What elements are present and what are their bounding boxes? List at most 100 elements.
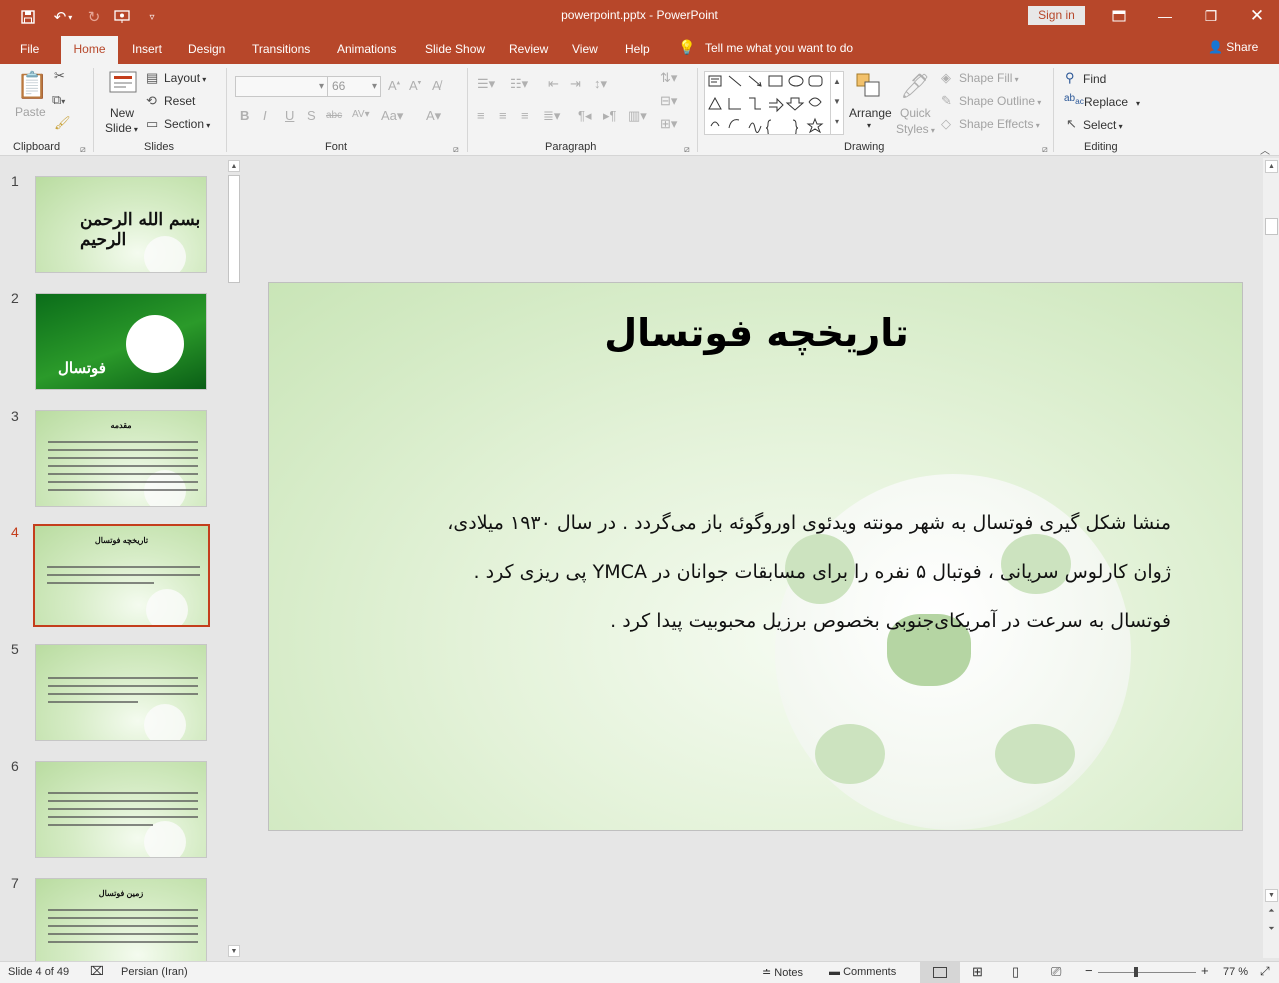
slide-thumbnail-6[interactable]: [35, 761, 207, 858]
tab-insert[interactable]: Insert: [132, 41, 162, 64]
increase-indent-icon[interactable]: ⇥: [570, 76, 581, 92]
numbering-icon[interactable]: ☷▾: [510, 76, 528, 92]
previous-slide-icon[interactable]: ⏶: [1265, 906, 1278, 919]
slide-body-text[interactable]: منشا شکل گیری فوتسال به شهر مونته ویدئوی…: [339, 499, 1171, 646]
new-slide-icon[interactable]: [106, 70, 138, 101]
reset-button[interactable]: Reset: [164, 94, 195, 108]
tab-view[interactable]: View: [572, 41, 598, 64]
slide-canvas[interactable]: تاریخچه فوتسال منشا شکل گیری فوتسال به ش…: [268, 282, 1243, 831]
character-spacing-icon[interactable]: AV▾: [352, 109, 370, 120]
italic-icon[interactable]: I: [263, 108, 267, 123]
layout-button[interactable]: Layout ▾: [164, 71, 206, 85]
align-text-icon[interactable]: ⊟▾: [660, 93, 677, 109]
restore-icon[interactable]: ❐: [1188, 0, 1234, 32]
zoom-slider-thumb[interactable]: [1134, 967, 1138, 977]
thumbnail-scrollbar[interactable]: ▲ ▼: [227, 159, 241, 961]
bold-icon[interactable]: B: [240, 108, 249, 123]
zoom-in-icon[interactable]: +: [1201, 963, 1209, 978]
scroll-up-icon[interactable]: ▲: [1265, 160, 1278, 173]
slide-sorter-icon[interactable]: ⊞: [972, 964, 983, 980]
collapse-ribbon-icon[interactable]: ︿: [1260, 142, 1270, 157]
tab-transitions[interactable]: Transitions: [252, 41, 310, 64]
replace-button[interactable]: Replace ▾: [1084, 95, 1140, 109]
tab-review[interactable]: Review: [509, 41, 548, 64]
align-right-icon[interactable]: ≡: [521, 108, 529, 123]
shapes-gallery[interactable]: ▲ ▼ ▾: [704, 71, 844, 137]
notes-button[interactable]: ≐ Notes: [762, 966, 803, 979]
line-spacing-icon[interactable]: ↕▾: [594, 76, 607, 92]
select-button[interactable]: Select ▾: [1083, 118, 1123, 132]
scroll-thumb[interactable]: [228, 175, 240, 283]
zoom-slider[interactable]: [1098, 967, 1196, 977]
copy-icon[interactable]: ⧉▾: [52, 92, 65, 108]
slide-thumbnail-5[interactable]: [35, 644, 207, 741]
underline-icon[interactable]: U: [285, 108, 294, 123]
ribbon-display-options-icon[interactable]: [1096, 0, 1142, 32]
paste-button[interactable]: Paste: [15, 105, 46, 119]
language-indicator[interactable]: Persian (Iran): [121, 966, 188, 978]
paste-icon[interactable]: 📋: [16, 70, 48, 101]
format-painter-icon[interactable]: 🖌: [54, 115, 71, 131]
zoom-level[interactable]: 77 %: [1223, 966, 1248, 978]
slide-title[interactable]: تاریخچه فوتسال: [269, 311, 1242, 355]
shapes-gallery-scroll[interactable]: ▲ ▼ ▾: [830, 72, 843, 134]
shape-effects-button[interactable]: Shape Effects ▾: [959, 117, 1040, 131]
slide-scrollbar[interactable]: ▲ ▼ ⏶ ⏷: [1263, 158, 1279, 958]
rtl-icon[interactable]: ¶◂: [578, 108, 592, 124]
reading-view-icon[interactable]: ▯: [1012, 964, 1019, 980]
new-slide-label-1[interactable]: New: [110, 106, 134, 120]
decrease-font-icon[interactable]: A▾: [409, 78, 421, 93]
tab-design[interactable]: Design: [188, 41, 225, 64]
text-shadow-icon[interactable]: S: [307, 108, 316, 123]
tab-home[interactable]: Home: [61, 36, 118, 64]
clipboard-launcher-icon[interactable]: ⧄: [80, 144, 86, 155]
normal-view-button[interactable]: [920, 962, 960, 983]
slide-thumbnail-1[interactable]: بسم الله الرحمن الرحیم: [35, 176, 207, 273]
comments-button[interactable]: ▬ Comments: [829, 966, 896, 978]
cut-icon[interactable]: ✂: [54, 68, 65, 84]
shape-outline-button[interactable]: Shape Outline ▾: [959, 94, 1041, 108]
shape-fill-button[interactable]: Shape Fill ▾: [959, 71, 1019, 85]
ltr-icon[interactable]: ▸¶: [603, 108, 617, 124]
columns-icon[interactable]: ▥▾: [628, 108, 647, 124]
share-button[interactable]: 👤 Share: [1208, 40, 1258, 54]
find-button[interactable]: Find: [1083, 72, 1106, 86]
scroll-down-icon[interactable]: ▼: [1265, 889, 1278, 902]
slide-show-icon[interactable]: ⎚: [1051, 964, 1061, 980]
tab-slide-show[interactable]: Slide Show: [425, 41, 485, 64]
font-launcher-icon[interactable]: ⧄: [453, 144, 459, 155]
close-icon[interactable]: ✕: [1234, 0, 1279, 32]
align-center-icon[interactable]: ≡: [499, 108, 507, 123]
change-case-icon[interactable]: Aa▾: [381, 108, 403, 124]
font-size-combo[interactable]: 66 ▾: [327, 76, 381, 97]
slide-thumbnail-2[interactable]: فوتسال: [35, 293, 207, 390]
new-slide-label-2[interactable]: Slide ▾: [105, 121, 138, 135]
zoom-out-icon[interactable]: −: [1085, 963, 1093, 978]
paragraph-launcher-icon[interactable]: ⧄: [684, 144, 690, 155]
section-button[interactable]: Section ▾: [164, 117, 210, 131]
decrease-indent-icon[interactable]: ⇤: [548, 76, 559, 92]
slide-thumbnail-3[interactable]: مقدمه: [35, 410, 207, 507]
tab-file[interactable]: File: [20, 41, 39, 64]
tab-help[interactable]: Help: [625, 41, 650, 64]
font-name-combo[interactable]: ▾: [235, 76, 328, 97]
justify-icon[interactable]: ≣▾: [543, 108, 560, 124]
quick-styles-label-1[interactable]: Quick: [900, 106, 931, 120]
next-slide-icon[interactable]: ⏷: [1265, 924, 1278, 937]
smartart-icon[interactable]: ⊞▾: [660, 116, 677, 132]
scroll-up-icon[interactable]: ▲: [228, 160, 240, 172]
clear-formatting-icon[interactable]: A̸: [432, 78, 441, 93]
drawing-launcher-icon[interactable]: ⧄: [1042, 144, 1048, 155]
increase-font-icon[interactable]: A▴: [388, 78, 400, 93]
spell-check-icon[interactable]: ⌧: [90, 964, 104, 978]
tell-me-search[interactable]: Tell me what you want to do: [705, 41, 853, 55]
strikethrough-icon[interactable]: abc: [326, 110, 342, 121]
font-color-icon[interactable]: A▾: [426, 108, 441, 124]
scroll-down-icon[interactable]: ▼: [228, 945, 240, 957]
scroll-thumb[interactable]: [1265, 218, 1278, 235]
bullets-icon[interactable]: ☰▾: [477, 76, 495, 92]
sign-in-button[interactable]: Sign in: [1028, 6, 1085, 25]
slide-thumbnail-4[interactable]: تاریخچه فوتسال: [33, 524, 210, 627]
text-direction-icon[interactable]: ⇅▾: [660, 70, 677, 86]
tab-animations[interactable]: Animations: [337, 41, 396, 64]
